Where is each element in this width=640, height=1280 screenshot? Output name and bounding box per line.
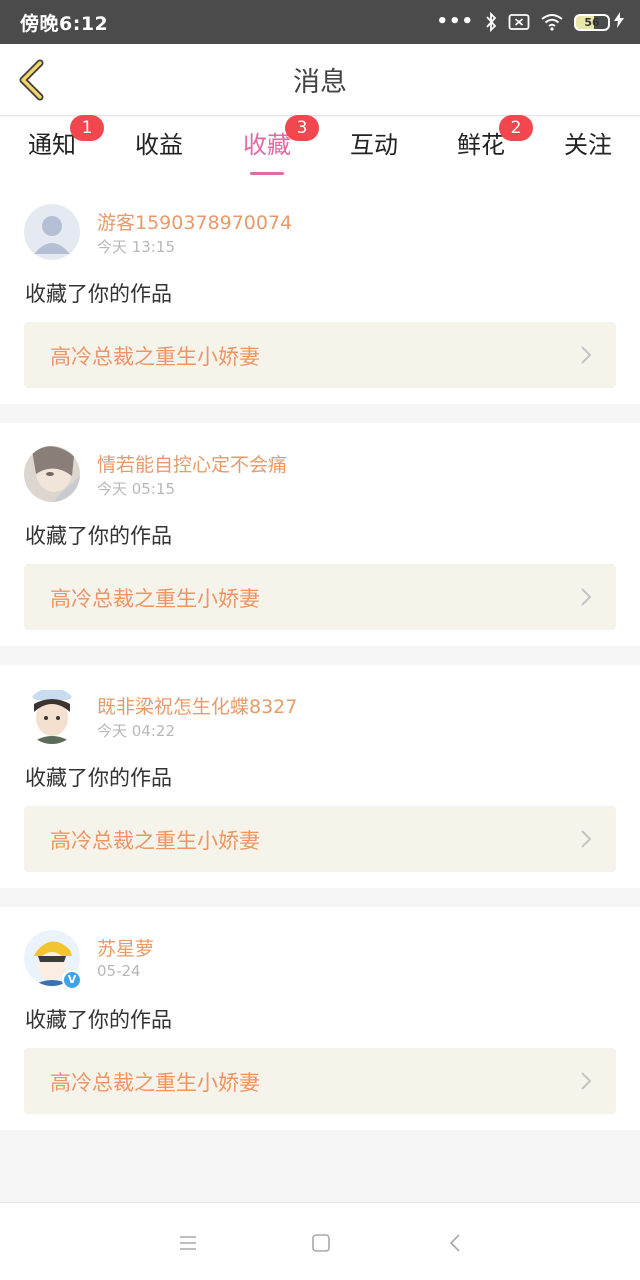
bluetooth-icon: [484, 12, 498, 32]
back-button[interactable]: [14, 58, 48, 102]
tab-flowers[interactable]: 鲜花 2: [453, 115, 533, 175]
unread-badge: 3: [285, 115, 319, 141]
avatar[interactable]: [24, 204, 80, 260]
message-time: 05-24: [97, 962, 141, 980]
system-back-button[interactable]: [441, 1229, 469, 1257]
menu-button[interactable]: [174, 1229, 202, 1257]
username[interactable]: 既非梁祝怎生化蝶8327: [97, 692, 297, 719]
avatar[interactable]: [24, 688, 80, 744]
chevron-right-icon: [581, 1072, 592, 1090]
tab-notifications[interactable]: 通知 1: [24, 115, 104, 175]
work-link[interactable]: 高冷总裁之重生小娇妻: [24, 806, 616, 872]
tab-label: 关注: [564, 131, 612, 159]
message-text: 收藏了你的作品: [25, 766, 172, 790]
message-card: V 苏星萝 05-24 收藏了你的作品 高冷总裁之重生小娇妻: [0, 907, 640, 1130]
message-time: 今天 13:15: [97, 238, 175, 256]
message-text: 收藏了你的作品: [25, 282, 172, 306]
work-link[interactable]: 高冷总裁之重生小娇妻: [24, 564, 616, 630]
message-card: 游客1590378970074 今天 13:15 收藏了你的作品 高冷总裁之重生…: [0, 181, 640, 404]
home-icon: [312, 1234, 330, 1252]
message-time: 今天 04:22: [97, 722, 175, 740]
message-text: 收藏了你的作品: [25, 524, 172, 548]
chevron-left-icon: [19, 59, 44, 101]
tab-interactions[interactable]: 互动: [346, 125, 402, 175]
work-title: 高冷总裁之重生小娇妻: [50, 587, 260, 611]
work-title: 高冷总裁之重生小娇妻: [50, 1071, 260, 1095]
tab-label: 收益: [135, 131, 183, 159]
verified-icon: V: [62, 970, 82, 990]
chevron-right-icon: [581, 588, 592, 606]
menu-icon: [180, 1236, 196, 1250]
work-link[interactable]: 高冷总裁之重生小娇妻: [24, 1048, 616, 1114]
tab-earnings[interactable]: 收益: [131, 125, 187, 175]
username[interactable]: 情若能自控心定不会痛: [97, 450, 287, 477]
unread-badge: 2: [499, 115, 533, 141]
status-icons: ••• 56: [436, 12, 624, 32]
battery-level: 56: [584, 15, 600, 29]
work-title: 高冷总裁之重生小娇妻: [50, 829, 260, 853]
home-button[interactable]: [307, 1229, 335, 1257]
message-card: 情若能自控心定不会痛 今天 05:15 收藏了你的作品 高冷总裁之重生小娇妻: [0, 423, 640, 646]
tab-following[interactable]: 关注: [560, 125, 616, 175]
tab-label: 互动: [350, 131, 398, 159]
battery-icon: 56: [574, 12, 624, 32]
work-link[interactable]: 高冷总裁之重生小娇妻: [24, 322, 616, 388]
wifi-icon: [540, 13, 564, 31]
work-title: 高冷总裁之重生小娇妻: [50, 345, 260, 369]
header: 消息: [0, 44, 640, 116]
active-tab-indicator: [250, 172, 284, 175]
tab-bar: 通知 1 收益 收藏 3 互动 鲜花 2 关注: [0, 115, 640, 181]
chevron-right-icon: [581, 346, 592, 364]
status-bar: 傍晚6:12 ••• 56: [0, 0, 640, 44]
back-icon: [449, 1234, 460, 1252]
avatar[interactable]: [24, 446, 80, 502]
page-title: 消息: [293, 67, 347, 98]
status-time: 傍晚6:12: [20, 12, 109, 35]
no-sim-icon: [508, 13, 530, 31]
username[interactable]: 游客1590378970074: [97, 208, 292, 235]
username[interactable]: 苏星萝: [97, 934, 154, 961]
message-time: 今天 05:15: [97, 480, 175, 498]
message-text: 收藏了你的作品: [25, 1008, 172, 1032]
charging-icon: [614, 12, 624, 32]
chevron-right-icon: [581, 830, 592, 848]
tab-favorites[interactable]: 收藏 3: [239, 115, 319, 175]
system-nav-bar: [0, 1202, 640, 1280]
unread-badge: 1: [70, 115, 104, 141]
more-dots-icon: •••: [436, 11, 474, 32]
message-card: 既非梁祝怎生化蝶8327 今天 04:22 收藏了你的作品 高冷总裁之重生小娇妻: [0, 665, 640, 888]
